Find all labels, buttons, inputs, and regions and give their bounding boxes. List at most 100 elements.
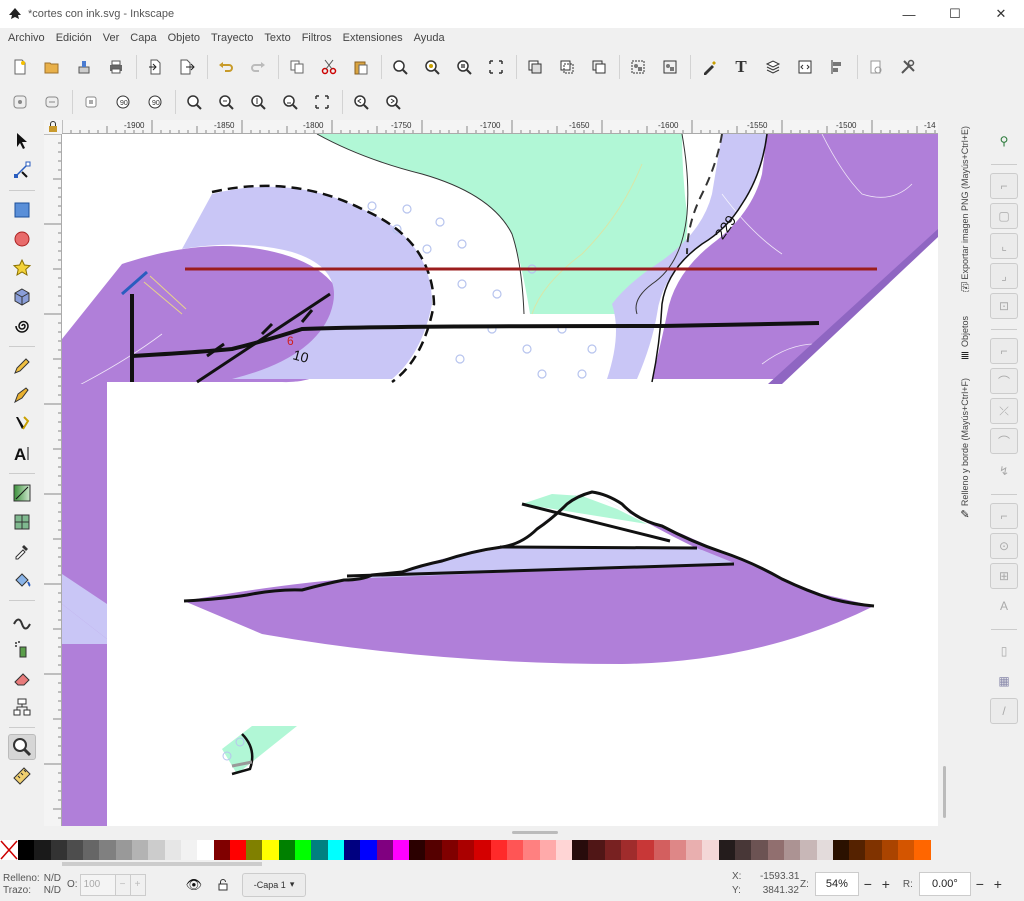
color-swatch[interactable]: [295, 840, 312, 860]
rotate-decrement-button[interactable]: −: [971, 872, 989, 896]
color-swatch[interactable]: [262, 840, 279, 860]
color-swatch[interactable]: [849, 840, 866, 860]
menu-texto[interactable]: Texto: [260, 32, 294, 44]
color-swatch[interactable]: [523, 840, 540, 860]
zoom-1to2-icon[interactable]: [278, 90, 302, 114]
preferences-icon[interactable]: [896, 55, 920, 79]
color-swatch[interactable]: [865, 840, 882, 860]
selector-tool-icon[interactable]: [8, 128, 36, 154]
paste-icon[interactable]: [349, 55, 373, 79]
color-swatch[interactable]: [718, 840, 736, 860]
color-swatch[interactable]: [246, 840, 263, 860]
vertical-scrollbar[interactable]: [938, 134, 952, 826]
ungroup-icon[interactable]: [658, 55, 682, 79]
color-swatch[interactable]: [490, 840, 507, 860]
vertical-ruler[interactable]: [44, 134, 62, 826]
zoom-field[interactable]: 54%: [814, 872, 859, 896]
color-swatch[interactable]: [18, 840, 35, 860]
color-swatch[interactable]: [83, 840, 100, 860]
horizontal-ruler[interactable]: -1900 -1850 -1800 -1750 -1700 -1650 -160…: [62, 120, 938, 134]
zoom-previous-icon[interactable]: [349, 90, 373, 114]
color-swatch[interactable]: [66, 840, 84, 860]
snap-bbox-icon[interactable]: ⌐: [990, 173, 1018, 199]
group-icon[interactable]: [626, 55, 650, 79]
star-tool-icon[interactable]: [8, 255, 36, 281]
new-document-icon[interactable]: [8, 55, 32, 79]
snap-page-border-icon[interactable]: ▯: [990, 638, 1018, 664]
fill-stroke-indicator[interactable]: Relleno: N/D Trazo: N/D: [3, 873, 67, 897]
snap-intersections-icon[interactable]: ⤫: [990, 398, 1018, 424]
zoom-selection-icon[interactable]: [388, 55, 412, 79]
dock-tab-fill-stroke[interactable]: Relleno y borde (Mayús+Ctrl+F) ✎: [954, 378, 976, 521]
color-swatch[interactable]: [458, 840, 475, 860]
calligraphy-tool-icon[interactable]: [8, 411, 36, 437]
snap-bbox-midpoints-icon[interactable]: ⌟: [990, 263, 1018, 289]
zoom-width-icon[interactable]: [484, 55, 508, 79]
snap-midpoints-icon[interactable]: ↯: [990, 458, 1018, 484]
color-swatch[interactable]: [702, 840, 719, 860]
color-swatch[interactable]: [539, 840, 556, 860]
redo-icon[interactable]: [246, 55, 270, 79]
opacity-increment-button[interactable]: +: [129, 873, 146, 896]
current-layer-dropdown[interactable]: -Capa 1 ▾: [242, 872, 307, 897]
layers-icon[interactable]: [761, 55, 785, 79]
opacity-input[interactable]: [79, 873, 116, 896]
deselect-icon[interactable]: [79, 90, 103, 114]
color-swatch[interactable]: [816, 840, 833, 860]
snap-text-baseline-icon[interactable]: ⊞: [990, 563, 1018, 589]
text-tool-icon[interactable]: A: [8, 440, 36, 466]
color-swatch[interactable]: [620, 840, 638, 860]
menu-objeto[interactable]: Objeto: [164, 32, 204, 44]
mesh-tool-icon[interactable]: [8, 509, 36, 535]
import-icon[interactable]: [143, 55, 167, 79]
snap-nodes-icon[interactable]: ⌐: [990, 338, 1018, 364]
color-swatch[interactable]: [604, 840, 621, 860]
spray-tool-icon[interactable]: [8, 636, 36, 662]
color-swatch[interactable]: [735, 840, 752, 860]
layer-lock-icon[interactable]: [216, 878, 230, 892]
align-icon[interactable]: [825, 55, 849, 79]
rectangle-tool-icon[interactable]: [8, 197, 36, 223]
color-swatch[interactable]: [132, 840, 149, 860]
ellipse-tool-icon[interactable]: [8, 226, 36, 252]
zoom-page-icon[interactable]: [452, 55, 476, 79]
maximize-button[interactable]: ☐: [932, 0, 978, 28]
menu-ayuda[interactable]: Ayuda: [410, 32, 449, 44]
export-icon[interactable]: [175, 55, 199, 79]
no-paint-swatch[interactable]: [0, 840, 18, 860]
rotate-cw-icon[interactable]: 90: [143, 90, 167, 114]
color-swatch[interactable]: [115, 840, 133, 860]
color-swatch[interactable]: [34, 840, 51, 860]
snap-guide-icon[interactable]: /: [990, 698, 1018, 724]
color-swatch[interactable]: [327, 840, 344, 860]
print-icon[interactable]: [104, 55, 128, 79]
snap-grid-icon[interactable]: ▦: [990, 668, 1018, 694]
color-swatch[interactable]: [653, 840, 670, 860]
color-swatch[interactable]: [360, 840, 377, 860]
zoom-in-icon[interactable]: [182, 90, 206, 114]
menu-filtros[interactable]: Filtros: [298, 32, 336, 44]
color-swatch[interactable]: [392, 840, 410, 860]
snap-bbox-edges-icon[interactable]: ▢: [990, 203, 1018, 229]
color-swatch[interactable]: [474, 840, 491, 860]
gradient-tool-icon[interactable]: [8, 480, 36, 506]
3d-box-tool-icon[interactable]: [8, 284, 36, 310]
color-swatch[interactable]: [197, 840, 214, 860]
menu-capa[interactable]: Capa: [126, 32, 160, 44]
color-swatch[interactable]: [164, 840, 181, 860]
color-swatch[interactable]: [343, 840, 361, 860]
measure-tool-icon[interactable]: [8, 763, 36, 789]
tweak-tool-icon[interactable]: [8, 607, 36, 633]
color-swatch[interactable]: [376, 840, 393, 860]
scroll-thumb[interactable]: [943, 766, 946, 818]
color-swatch[interactable]: [148, 840, 165, 860]
color-swatch[interactable]: [213, 840, 230, 860]
color-swatch[interactable]: [881, 840, 899, 860]
xml-editor-icon[interactable]: [697, 55, 721, 79]
color-swatch[interactable]: [914, 840, 931, 860]
pencil-tool-icon[interactable]: [8, 353, 36, 379]
save-icon[interactable]: [72, 55, 96, 79]
rotate-field[interactable]: 0.00°: [918, 872, 971, 896]
eraser-tool-icon[interactable]: [8, 665, 36, 691]
menu-extensiones[interactable]: Extensiones: [339, 32, 407, 44]
